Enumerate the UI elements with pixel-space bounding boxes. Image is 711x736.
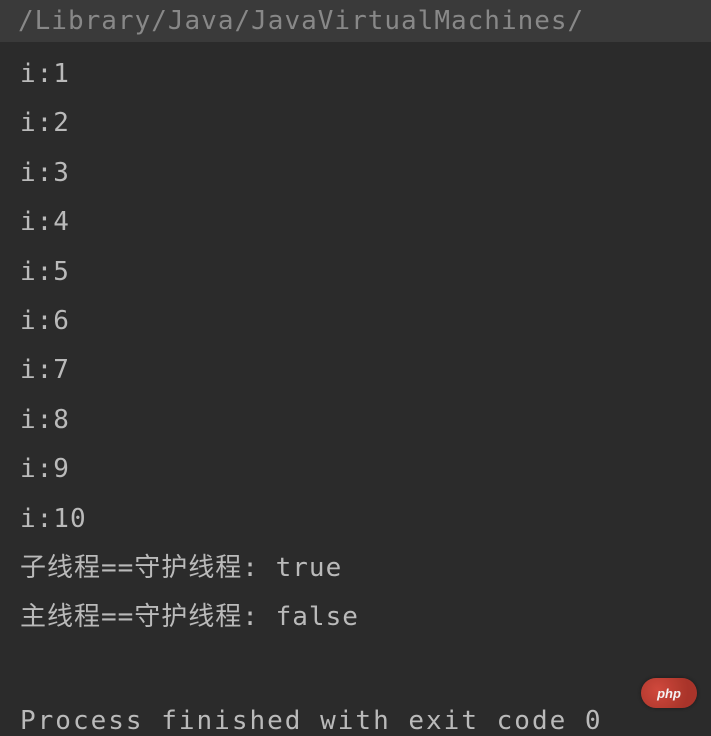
output-line: i:9: [20, 445, 701, 494]
command-path-bar: /Library/Java/JavaVirtualMachines/: [0, 0, 711, 42]
output-line: i:8: [20, 396, 701, 445]
output-line: i:2: [20, 99, 701, 148]
output-line: i:5: [20, 248, 701, 297]
output-line: 主线程==守护线程: false: [20, 593, 701, 642]
output-line: i:10: [20, 495, 701, 544]
console-output: i:1 i:2 i:3 i:4 i:5 i:6 i:7 i:8 i:9 i:10…: [0, 42, 711, 651]
output-line: i:3: [20, 149, 701, 198]
output-line: i:6: [20, 297, 701, 346]
output-line: i:7: [20, 346, 701, 395]
process-exit-message: Process finished with exit code 0: [20, 706, 603, 736]
output-line: i:4: [20, 198, 701, 247]
output-line: 子线程==守护线程: true: [20, 544, 701, 593]
php-watermark-icon: php: [641, 678, 697, 708]
output-line: i:1: [20, 50, 701, 99]
